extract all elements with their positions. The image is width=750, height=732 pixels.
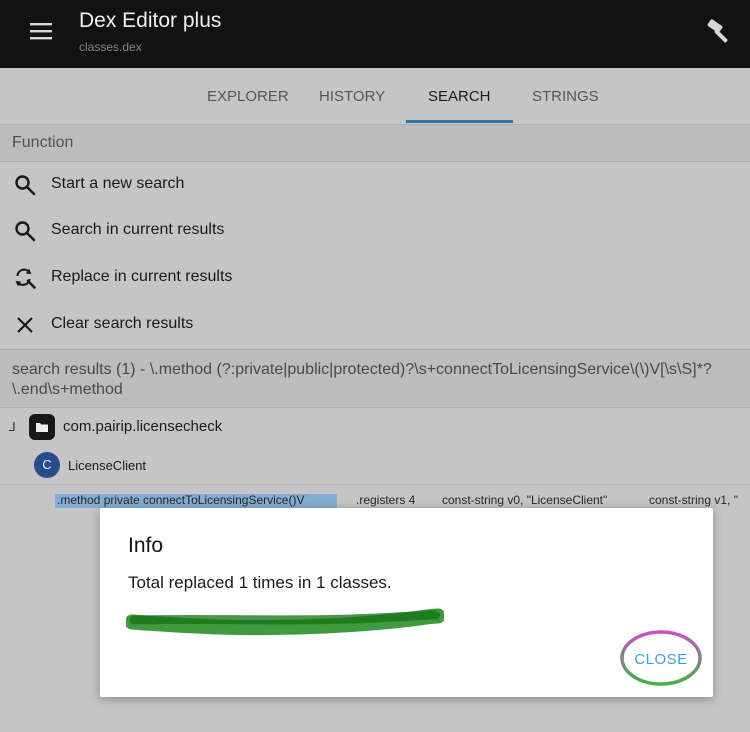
dialog-message: Total replaced 1 times in 1 classes. (128, 573, 392, 592)
info-dialog: Info Total replaced 1 times in 1 classes… (100, 508, 713, 697)
close-button-label: CLOSE (634, 651, 688, 668)
close-button[interactable]: CLOSE (619, 629, 703, 687)
dialog-title: Info (128, 534, 164, 557)
redaction-scribble (126, 608, 444, 636)
